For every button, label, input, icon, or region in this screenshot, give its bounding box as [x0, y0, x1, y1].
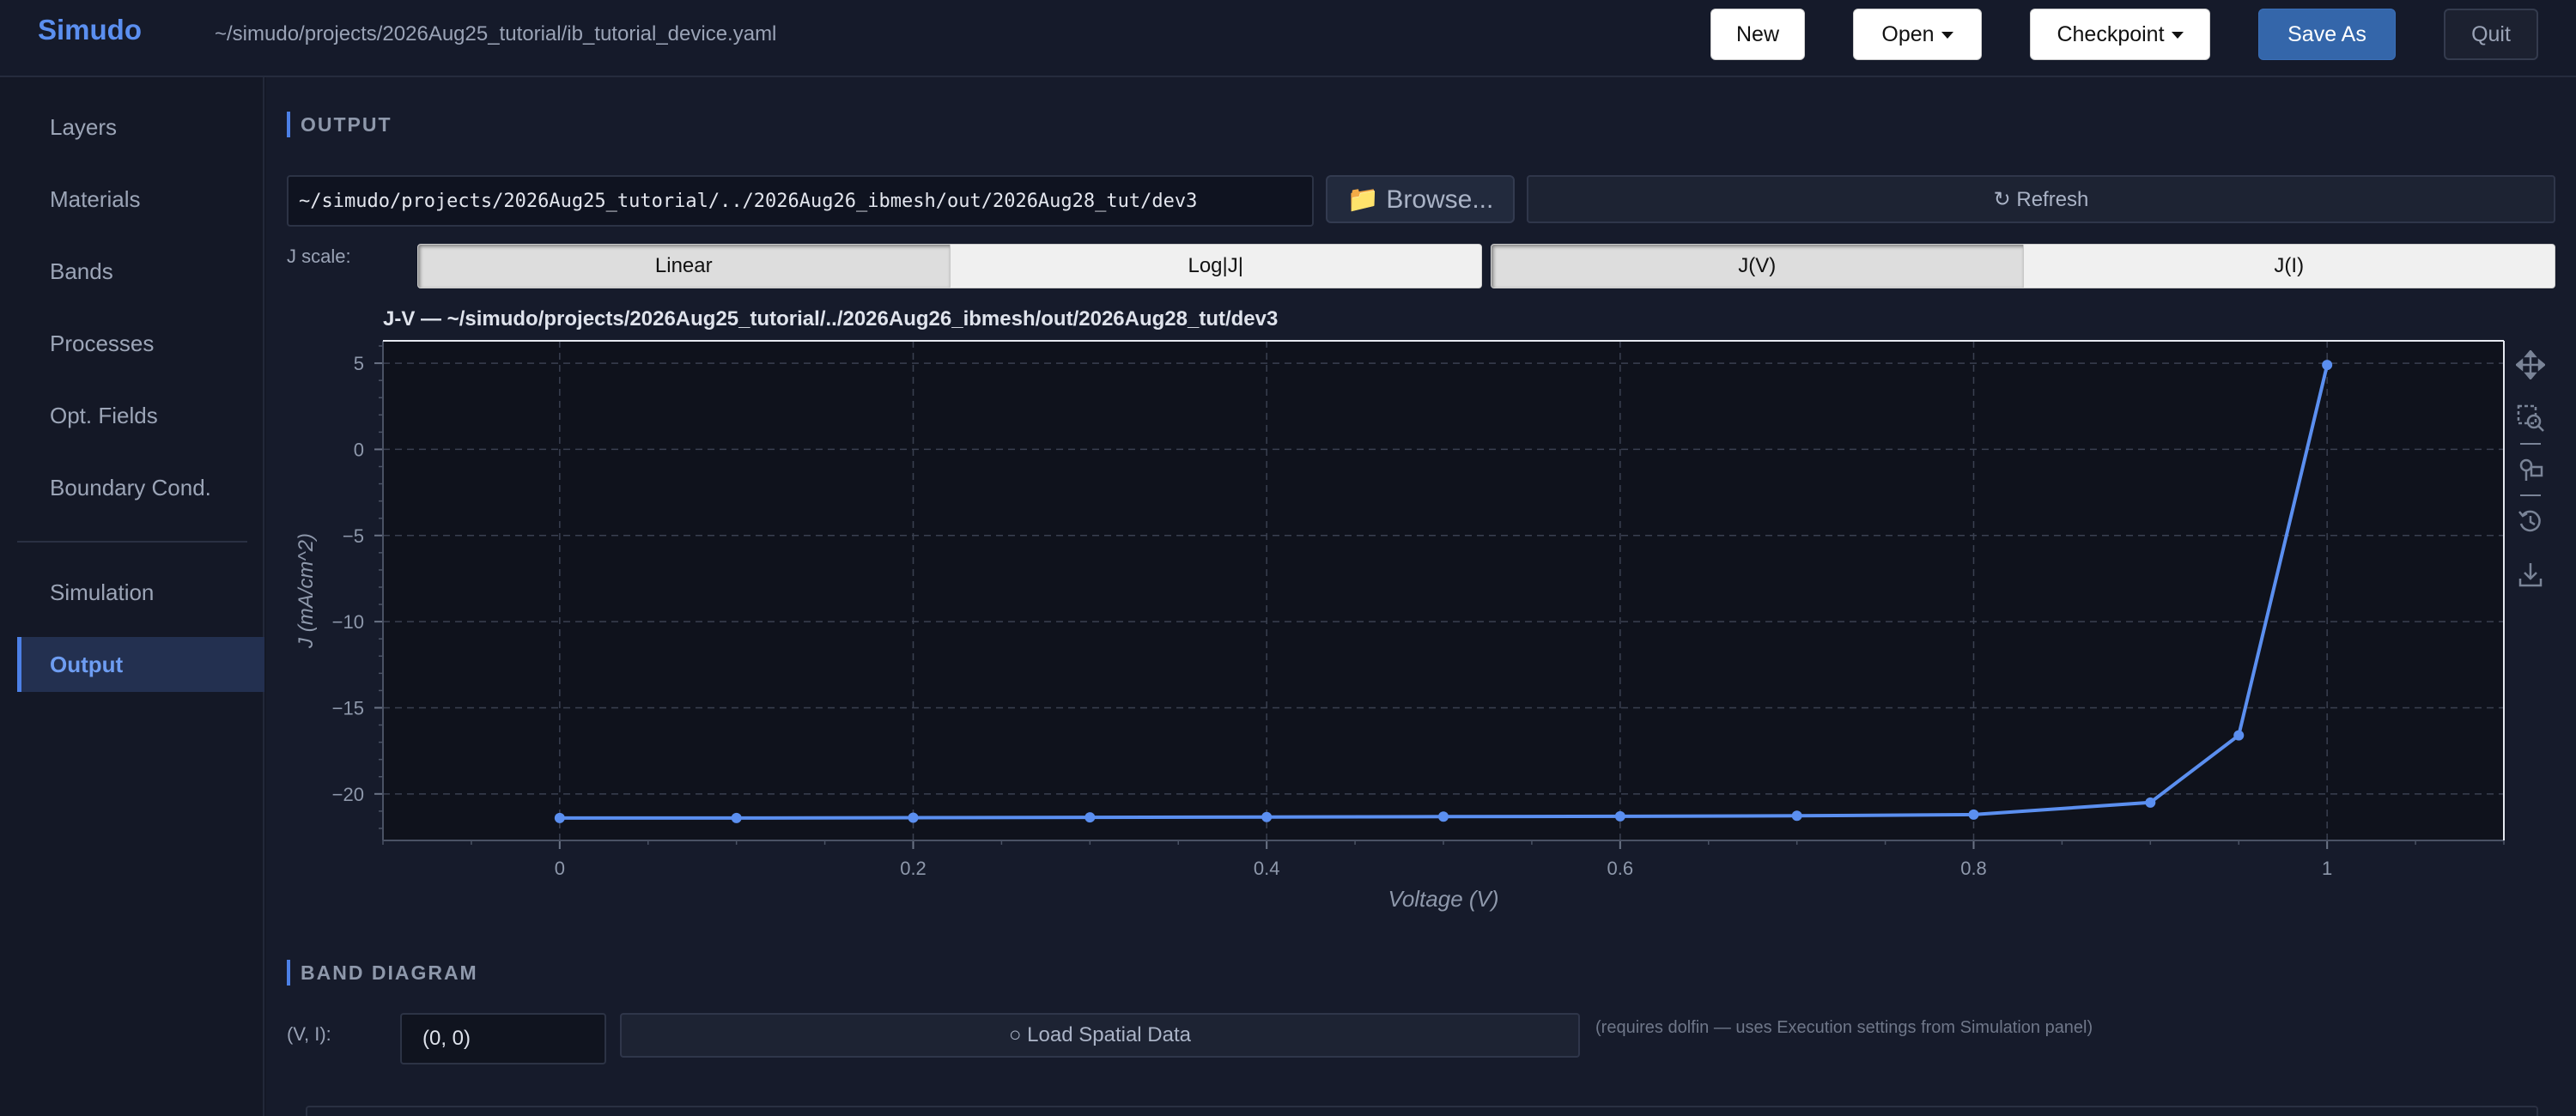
toolbar-divider — [2520, 494, 2541, 496]
sidebar-item-layers[interactable]: Layers — [17, 100, 264, 155]
x-tick-label: 0.8 — [1960, 858, 1987, 879]
sidebar-item-bands[interactable]: Bands — [17, 244, 264, 299]
sidebar-item-materials[interactable]: Materials — [17, 172, 264, 227]
browse-button[interactable]: 📁 Browse... — [1326, 175, 1515, 223]
jv-chart[interactable]: 5 0 −5 −10 −15 −20 0 0.2 0.4 0.6 0.8 1 Voltage (V)… — [266, 326, 2516, 927]
data-point[interactable] — [908, 812, 919, 823]
box-zoom-icon[interactable] — [2509, 397, 2552, 440]
checkpoint-button[interactable]: Checkpoint — [2030, 9, 2210, 60]
data-point[interactable] — [2145, 797, 2156, 808]
save-icon[interactable] — [2509, 553, 2552, 596]
data-point[interactable] — [731, 812, 742, 823]
scale-log-option[interactable]: Log|J| — [949, 245, 1482, 288]
sidebar-divider — [17, 541, 247, 543]
mode-jv-option[interactable]: J(V) — [1492, 245, 2023, 288]
x-tick-label: 0 — [555, 858, 565, 879]
chevron-down-icon — [1941, 32, 1953, 39]
save-as-button[interactable]: Save As — [2258, 9, 2396, 60]
data-point[interactable] — [554, 812, 565, 823]
mode-ji-option[interactable]: J(I) — [2022, 245, 2555, 288]
j-scale-label: J scale: — [287, 246, 351, 267]
hover-icon[interactable] — [2509, 448, 2552, 491]
data-point[interactable] — [2233, 730, 2245, 741]
reset-icon[interactable] — [2509, 500, 2552, 543]
open-button[interactable]: Open — [1853, 9, 1982, 60]
y-tick-label: −5 — [343, 525, 364, 547]
y-axis-label: J (mA/cm^2) — [295, 533, 318, 649]
output-path-input[interactable]: ~/simudo/projects/2026Aug25_tutorial/../… — [287, 175, 1314, 227]
data-point[interactable] — [1614, 810, 1625, 822]
sidebar-item-opt-fields[interactable]: Opt. Fields — [17, 388, 264, 443]
data-point[interactable] — [1791, 810, 1802, 822]
sidebar-item-boundary-cond[interactable]: Boundary Cond. — [17, 460, 264, 515]
checkpoint-label: Checkpoint — [2057, 21, 2165, 46]
sidebar-item-simulation[interactable]: Simulation — [17, 565, 264, 620]
j-scale-toggle: Linear Log|J| — [417, 244, 1482, 288]
sidebar-item-processes[interactable]: Processes — [17, 316, 264, 371]
x-tick-label: 0.4 — [1254, 858, 1280, 879]
toolbar-divider — [2520, 443, 2541, 445]
y-tick-label: 5 — [354, 353, 364, 374]
data-point[interactable] — [1438, 811, 1449, 822]
x-tick-label: 0.2 — [900, 858, 927, 879]
y-tick-label: 0 — [354, 439, 364, 460]
quit-button[interactable]: Quit — [2444, 9, 2538, 60]
y-tick-label: −15 — [332, 697, 364, 719]
refresh-button[interactable]: ↻ Refresh — [1527, 175, 2555, 223]
data-point[interactable] — [1968, 809, 1979, 820]
output-section-title: OUTPUT — [287, 112, 392, 137]
load-hint: (requires dolfin — uses Execution settin… — [1595, 1018, 2093, 1037]
y-tick-label: −10 — [332, 611, 364, 633]
data-point[interactable] — [1084, 812, 1096, 823]
scale-linear-option[interactable]: Linear — [418, 245, 950, 288]
x-tick-label: 1 — [2322, 858, 2332, 879]
top-bar: Simudo ~/simudo/projects/2026Aug25_tutor… — [0, 0, 2576, 77]
x-tick-label: 0.6 — [1607, 858, 1634, 879]
y-tick-label: −20 — [332, 784, 364, 805]
vi-label: (V, I): — [287, 1023, 331, 1045]
load-spatial-data-button[interactable]: ○ Load Spatial Data — [620, 1013, 1580, 1058]
plot-toolbar — [2509, 343, 2552, 596]
mode-toggle: J(V) J(I) — [1491, 244, 2555, 288]
file-path: ~/simudo/projects/2026Aug25_tutorial/ib_… — [215, 22, 777, 45]
open-label: Open — [1881, 21, 1935, 46]
band-diagram-section-title: BAND DIAGRAM — [287, 960, 478, 986]
vi-input[interactable]: (0, 0) — [400, 1013, 606, 1064]
app-brand[interactable]: Simudo — [38, 14, 142, 46]
new-button[interactable]: New — [1710, 9, 1805, 60]
sidebar-item-output[interactable]: Output — [17, 637, 264, 692]
chevron-down-icon — [2171, 32, 2184, 39]
band-diagram-panel — [306, 1106, 2538, 1116]
data-point[interactable] — [1261, 811, 1273, 822]
pan-icon[interactable] — [2509, 343, 2552, 386]
sidebar: Layers Materials Bands Processes Opt. Fi… — [0, 77, 264, 1116]
plot-area[interactable] — [383, 341, 2504, 840]
x-axis-label: Voltage (V) — [1388, 886, 1498, 912]
data-point[interactable] — [2322, 360, 2333, 371]
